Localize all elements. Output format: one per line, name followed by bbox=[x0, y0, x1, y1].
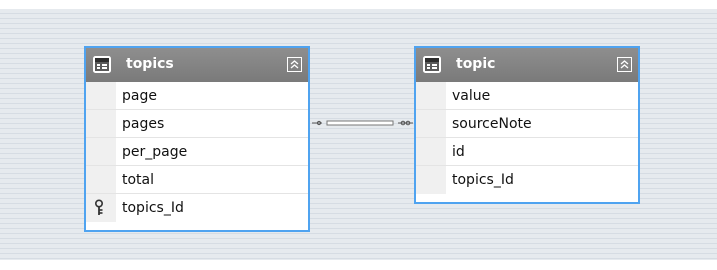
row-gutter bbox=[416, 138, 446, 165]
field-name: topics_Id bbox=[122, 200, 184, 216]
table-header[interactable]: topic bbox=[416, 48, 638, 82]
field-row-primary-key[interactable]: topics_Id bbox=[86, 194, 308, 222]
field-row[interactable]: pages bbox=[86, 110, 308, 138]
table-icon bbox=[423, 56, 441, 73]
relationship-line[interactable] bbox=[312, 120, 413, 126]
field-name: topics_Id bbox=[452, 172, 514, 188]
table-topics[interactable]: topics page pages per_page total topics_… bbox=[84, 46, 310, 232]
table-header[interactable]: topics bbox=[86, 48, 308, 82]
field-list: page pages per_page total topics_Id bbox=[86, 82, 308, 222]
field-row[interactable]: topics_Id bbox=[416, 166, 638, 194]
field-row[interactable]: sourceNote bbox=[416, 110, 638, 138]
collapse-icon[interactable] bbox=[287, 57, 302, 72]
table-topic[interactable]: topic value sourceNote id topics_Id bbox=[414, 46, 640, 204]
row-gutter bbox=[86, 166, 116, 193]
field-row[interactable]: total bbox=[86, 166, 308, 194]
row-gutter bbox=[86, 138, 116, 165]
row-gutter bbox=[86, 110, 116, 137]
field-row[interactable]: id bbox=[416, 138, 638, 166]
table-title: topic bbox=[456, 56, 496, 72]
row-gutter bbox=[86, 194, 116, 222]
field-name: per_page bbox=[122, 144, 188, 160]
field-name: total bbox=[122, 172, 155, 188]
table-title: topics bbox=[126, 56, 174, 72]
row-gutter bbox=[416, 166, 446, 194]
field-name: pages bbox=[122, 116, 165, 132]
field-name: value bbox=[452, 88, 491, 104]
row-gutter bbox=[86, 82, 116, 109]
table-icon bbox=[93, 56, 111, 73]
field-row[interactable]: page bbox=[86, 82, 308, 110]
field-name: id bbox=[452, 144, 465, 160]
row-gutter bbox=[416, 82, 446, 109]
collapse-icon[interactable] bbox=[617, 57, 632, 72]
field-row[interactable]: value bbox=[416, 82, 638, 110]
diagram-canvas[interactable]: topics page pages per_page total topics_… bbox=[0, 9, 717, 260]
field-row[interactable]: per_page bbox=[86, 138, 308, 166]
field-name: page bbox=[122, 88, 157, 104]
key-icon bbox=[94, 199, 104, 215]
field-name: sourceNote bbox=[452, 116, 532, 132]
field-list: value sourceNote id topics_Id bbox=[416, 82, 638, 194]
row-gutter bbox=[416, 110, 446, 137]
